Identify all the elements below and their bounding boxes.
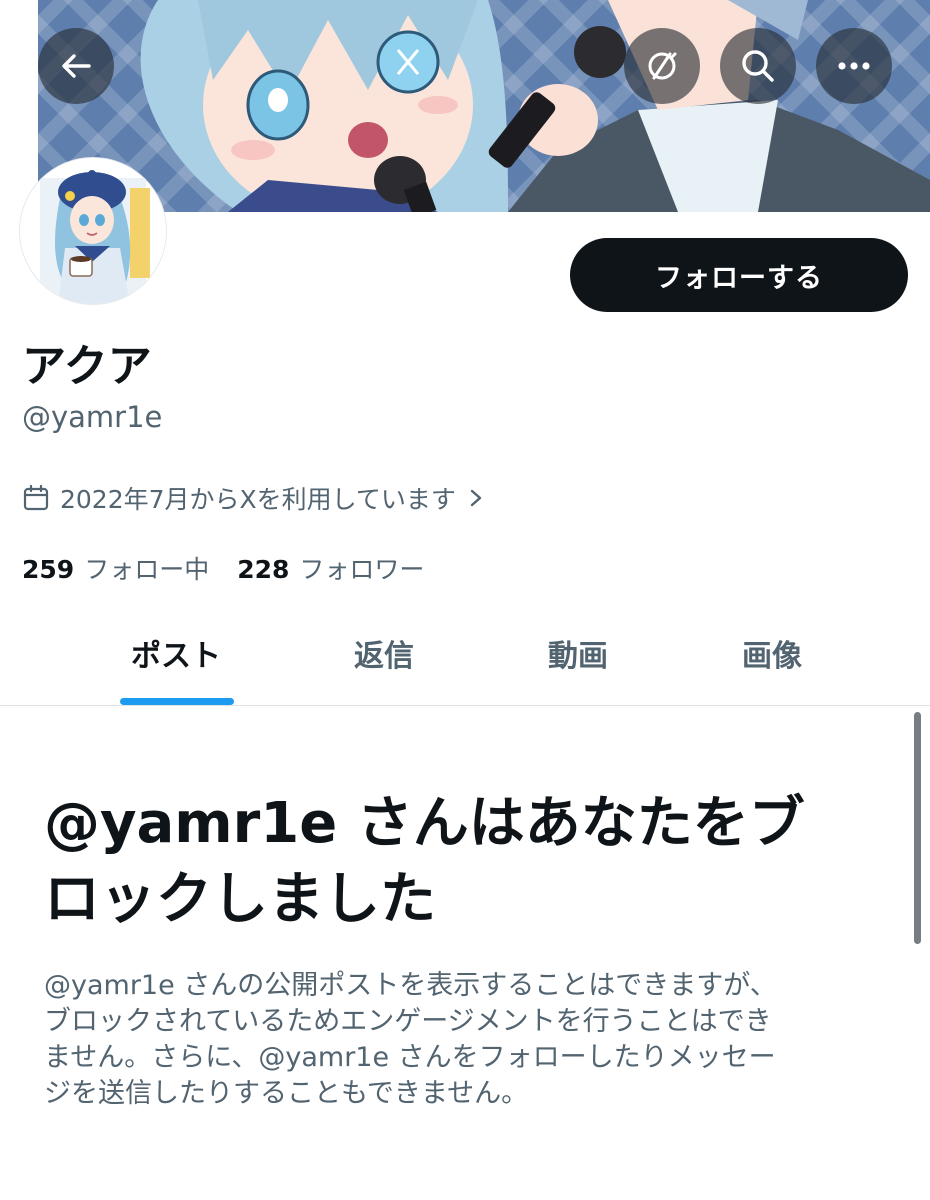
tab-replies[interactable]: 返信	[286, 600, 482, 706]
more-options-button[interactable]	[816, 28, 892, 104]
calendar-icon	[23, 484, 49, 511]
blocked-description-line: ません。さらに、@yamr1e さんをフォローしたりメッセー	[44, 1042, 776, 1073]
tab-posts[interactable]: ポスト	[78, 600, 274, 706]
following-count[interactable]: 259	[22, 555, 74, 584]
scrollbar[interactable]	[914, 712, 921, 944]
following-label[interactable]: フォロー中	[84, 550, 209, 586]
joined-date-text: 2022年7月からXを利用しています	[60, 485, 456, 514]
banner-image[interactable]	[38, 0, 930, 212]
banner-illustration	[140, 0, 930, 212]
display-name: アクア	[22, 341, 152, 392]
blocked-title-line: ロックしました	[44, 867, 436, 932]
tab-images[interactable]: 画像	[674, 600, 870, 706]
arrow-left-icon	[62, 54, 91, 78]
followers-count[interactable]: 228	[237, 555, 289, 584]
profile-handle: @yamr1e	[22, 400, 163, 434]
no-translate-icon	[648, 52, 677, 80]
blocked-description-line: ジを送信したりすることもできません。	[44, 1078, 529, 1109]
search-button[interactable]	[720, 28, 796, 104]
followers-label[interactable]: フォロワー	[299, 550, 424, 586]
profile-tabs: ポスト 返信 動画 画像	[0, 600, 930, 706]
blocked-description-line: @yamr1e さんの公開ポストを表示することはできますが、	[44, 970, 777, 1001]
joined-date-row[interactable]: 2022年7月からXを利用しています	[22, 480, 486, 516]
translate-button[interactable]	[624, 28, 700, 104]
tabs-divider	[0, 705, 930, 706]
blocked-title: @yamr1e さんはあなたをブ ロックしました	[44, 786, 894, 938]
tab-videos[interactable]: 動画	[480, 600, 676, 706]
follow-button[interactable]: フォローする	[570, 238, 908, 312]
more-horizontal-icon	[838, 62, 870, 70]
blocked-description: @yamr1e さんの公開ポストを表示することはできますが、 ブロックされている…	[44, 968, 894, 1112]
search-icon	[742, 50, 774, 82]
back-button[interactable]	[38, 28, 114, 104]
follow-stats: 259 フォロー中 228 フォロワー	[22, 550, 452, 586]
blocked-description-line: ブロックされているためエンゲージメントを行うことはでき	[44, 1006, 772, 1037]
avatar-image	[20, 158, 166, 304]
active-tab-indicator	[120, 698, 234, 705]
chevron-right-icon	[470, 489, 482, 507]
avatar[interactable]	[20, 158, 166, 304]
blocked-title-line: @yamr1e さんはあなたをブ	[44, 791, 805, 856]
